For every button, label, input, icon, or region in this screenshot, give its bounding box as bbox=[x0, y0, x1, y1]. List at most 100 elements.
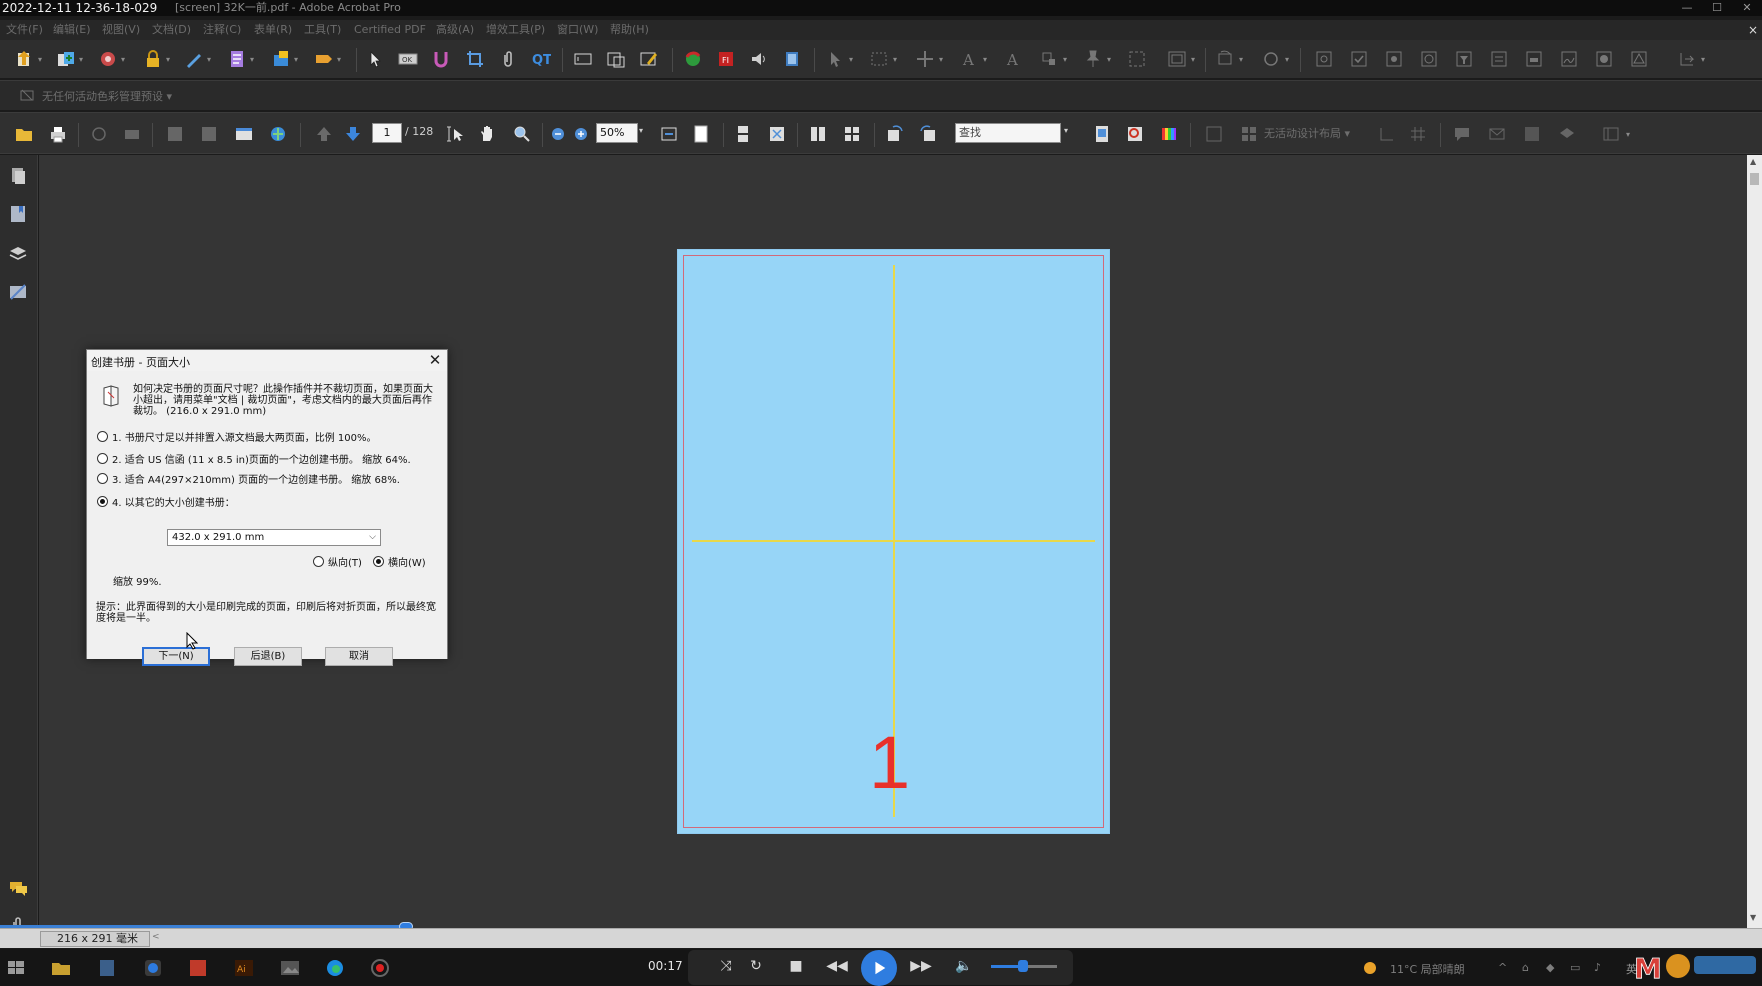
warning-icon[interactable] bbox=[1628, 48, 1650, 70]
shuffle-icon[interactable]: ⤨ bbox=[715, 958, 737, 974]
close-icon[interactable]: ✕ bbox=[422, 350, 448, 370]
menu-tools[interactable]: 工具(T) bbox=[304, 22, 341, 38]
menu-window[interactable]: 窗口(W) bbox=[557, 22, 598, 38]
page-number-input[interactable]: 1 bbox=[372, 123, 402, 143]
minimize-icon[interactable]: — bbox=[1672, 0, 1702, 16]
imposition-icon[interactable] bbox=[1203, 123, 1225, 145]
move-icon[interactable] bbox=[914, 48, 936, 70]
chevron-down-icon[interactable]: ▾ bbox=[893, 55, 897, 64]
sign-pen-icon[interactable] bbox=[183, 48, 205, 70]
repeat-icon[interactable]: ↻ bbox=[745, 958, 767, 974]
attach-icon[interactable] bbox=[497, 48, 519, 70]
menu-comments[interactable]: 注释(C) bbox=[203, 22, 241, 38]
orientation-landscape[interactable]: 横向(W) bbox=[373, 554, 426, 569]
video-icon[interactable] bbox=[781, 48, 803, 70]
select-arrow-icon[interactable] bbox=[364, 48, 386, 70]
design-layout-select[interactable]: 无活动设计布局 ▾ bbox=[1264, 125, 1350, 141]
radio-landscape[interactable] bbox=[373, 556, 384, 567]
stop-icon[interactable]: ■ bbox=[785, 958, 807, 974]
vertical-scrollbar[interactable]: ▲ ▼ bbox=[1747, 155, 1762, 928]
convert-icon[interactable] bbox=[1038, 48, 1060, 70]
combine-files-icon[interactable] bbox=[55, 48, 77, 70]
file-explorer-icon[interactable] bbox=[50, 957, 72, 979]
layers-panel-icon[interactable] bbox=[7, 243, 29, 265]
display-icon[interactable]: ▭ bbox=[1570, 961, 1580, 974]
custom-size-select[interactable]: 432.0 x 291.0 mm ⌵ bbox=[167, 529, 381, 546]
next-page-icon[interactable] bbox=[342, 123, 364, 145]
next-button[interactable]: 下一(N) bbox=[142, 647, 210, 666]
save-as-icon[interactable] bbox=[198, 123, 220, 145]
crop-tool-icon[interactable] bbox=[464, 48, 486, 70]
design-layout-icon[interactable] bbox=[1238, 123, 1260, 145]
calculator-icon[interactable] bbox=[96, 957, 118, 979]
radio-option-4[interactable] bbox=[97, 496, 108, 507]
sync-icon[interactable] bbox=[1260, 48, 1282, 70]
review-comment-icon[interactable] bbox=[313, 48, 335, 70]
layout-box-icon[interactable] bbox=[1166, 48, 1188, 70]
chevron-down-icon[interactable]: ▾ bbox=[79, 55, 83, 64]
speaker-icon[interactable]: ♪ bbox=[1594, 961, 1601, 974]
app-icon[interactable] bbox=[142, 957, 164, 979]
chevron-down-icon[interactable]: ▾ bbox=[639, 126, 643, 135]
frame-icon[interactable] bbox=[1126, 48, 1148, 70]
radio-option-2[interactable] bbox=[97, 453, 108, 464]
color-separations-icon[interactable] bbox=[1158, 123, 1180, 145]
combo-field-icon[interactable] bbox=[1418, 48, 1440, 70]
scroll-down-icon[interactable]: ▼ bbox=[1750, 913, 1756, 922]
network-icon[interactable]: ⌂ bbox=[1522, 961, 1529, 974]
shield-icon[interactable]: ◆ bbox=[1546, 961, 1554, 974]
pages-panel-icon[interactable] bbox=[7, 165, 29, 187]
panel-toggle-icon[interactable] bbox=[1600, 123, 1622, 145]
option-custom-size[interactable]: 4. 以其它的大小创建书册： bbox=[97, 494, 235, 509]
pdf-page[interactable]: 1 bbox=[677, 249, 1110, 834]
stamp-icon[interactable] bbox=[1556, 123, 1578, 145]
hand-tool-icon[interactable] bbox=[476, 123, 498, 145]
output-preview-icon[interactable] bbox=[1124, 123, 1146, 145]
chevron-down-icon[interactable]: ▾ bbox=[121, 55, 125, 64]
touchup-object-icon[interactable] bbox=[605, 48, 627, 70]
list-field-icon[interactable] bbox=[1488, 48, 1510, 70]
preflight-icon[interactable] bbox=[682, 48, 704, 70]
record-icon[interactable] bbox=[369, 957, 391, 979]
create-pdf-icon[interactable] bbox=[14, 48, 36, 70]
envelope-icon[interactable] bbox=[1486, 123, 1508, 145]
radio-portrait[interactable] bbox=[313, 556, 324, 567]
document-properties-icon[interactable] bbox=[1091, 123, 1113, 145]
menu-file[interactable]: 文件(F) bbox=[6, 22, 43, 38]
grid-icon[interactable] bbox=[1407, 123, 1429, 145]
save-icon[interactable] bbox=[164, 123, 186, 145]
scroll-thumb[interactable] bbox=[1750, 173, 1759, 185]
zoom-level-input[interactable]: 50% bbox=[596, 123, 638, 143]
rotate-right-icon[interactable] bbox=[917, 123, 939, 145]
grid-view-icon[interactable] bbox=[841, 123, 863, 145]
play-button[interactable] bbox=[861, 950, 897, 986]
edit-document-icon[interactable] bbox=[638, 48, 660, 70]
volume-knob[interactable] bbox=[1018, 960, 1028, 972]
close-window-icon[interactable]: ✕ bbox=[1732, 0, 1762, 16]
menu-help[interactable]: 帮助(H) bbox=[610, 22, 649, 38]
find-input[interactable]: 查找 bbox=[955, 123, 1061, 143]
chevron-down-icon[interactable]: ▾ bbox=[849, 55, 853, 64]
digital-signature-icon[interactable] bbox=[1558, 48, 1580, 70]
chevron-down-icon[interactable]: ▾ bbox=[1626, 130, 1630, 139]
chevron-down-icon[interactable]: ▾ bbox=[38, 55, 42, 64]
chevron-down-icon[interactable]: ▾ bbox=[337, 55, 341, 64]
illustrator-icon[interactable]: Ai bbox=[233, 957, 255, 979]
audio-icon[interactable] bbox=[748, 48, 770, 70]
photos-icon[interactable] bbox=[279, 957, 301, 979]
chevron-down-icon[interactable]: ▾ bbox=[207, 55, 211, 64]
button-field-icon[interactable] bbox=[1523, 48, 1545, 70]
two-up-icon[interactable] bbox=[807, 123, 829, 145]
rotate-left-icon[interactable] bbox=[884, 123, 906, 145]
menu-advanced[interactable]: 高级(A) bbox=[436, 22, 474, 38]
rotate-icon[interactable] bbox=[1214, 48, 1236, 70]
chevron-down-icon[interactable]: ▾ bbox=[1701, 55, 1705, 64]
text-tool-icon[interactable]: A bbox=[958, 48, 980, 70]
share-icon[interactable] bbox=[1676, 48, 1698, 70]
radio-option-1[interactable] bbox=[97, 431, 108, 442]
orientation-portrait[interactable]: 纵向(T) bbox=[313, 554, 362, 569]
multimedia-icon[interactable] bbox=[270, 48, 292, 70]
comments-panel-icon[interactable] bbox=[7, 877, 29, 899]
fit-page-icon[interactable] bbox=[690, 123, 712, 145]
back-button[interactable]: 后退(B) bbox=[234, 647, 302, 666]
